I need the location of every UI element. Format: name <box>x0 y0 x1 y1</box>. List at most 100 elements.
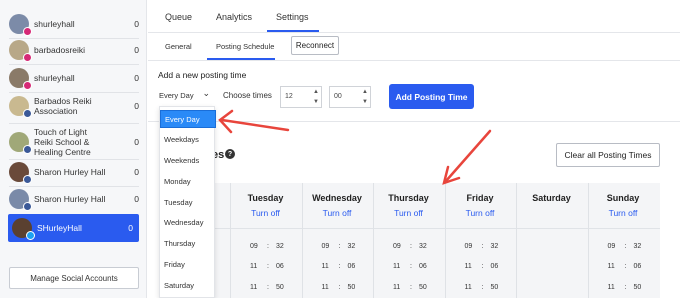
arrowhead-thursday <box>442 165 461 185</box>
time-separator: : <box>481 243 484 250</box>
turn-off-link-wednesday[interactable]: Turn off <box>302 208 372 218</box>
day-header-saturday: Saturday <box>532 193 571 203</box>
clear-all-posting-times-button[interactable]: Clear all Posting Times <box>556 143 660 167</box>
tab-analytics[interactable]: Analytics <box>216 12 252 22</box>
slot-minute: 50 <box>276 284 284 291</box>
time-separator: : <box>410 263 412 270</box>
choose-times-label: Choose times <box>223 91 272 100</box>
turn-off-link-sunday[interactable]: Turn off <box>588 208 658 218</box>
account-name: shurleyhall <box>34 73 75 83</box>
day-header-sunday: Sunday <box>606 193 640 203</box>
slot-hour: 09 <box>393 243 401 250</box>
account-item[interactable]: Touch of Light Reiki School & Healing Ce… <box>9 126 139 158</box>
account-count: 0 <box>134 19 139 29</box>
account-count: 0 <box>134 101 139 111</box>
account-name: SHurleyHall <box>37 223 82 233</box>
account-item-active[interactable]: SHurleyHall 0 <box>8 214 139 242</box>
avatar <box>9 132 32 154</box>
time-separator: : <box>410 284 412 291</box>
time-separator: : <box>267 284 269 291</box>
slot-hour: 09 <box>607 243 616 250</box>
dropdown-option-thursday[interactable]: Thursday <box>160 234 216 252</box>
slot-hour: 11 <box>250 263 258 270</box>
dropdown-option-monday[interactable]: Monday <box>160 172 216 190</box>
account-item[interactable]: Barbados Reiki Association 0 <box>9 94 139 118</box>
account-name: Sharon Hurley Hall <box>34 167 106 177</box>
time-separator: : <box>267 263 269 270</box>
chevron-up-icon[interactable]: ▲ <box>362 89 368 95</box>
tab-queue[interactable]: Queue <box>165 12 192 22</box>
account-item[interactable]: Sharon Hurley Hall 0 <box>9 189 139 211</box>
account-name: shurleyhall <box>34 19 75 29</box>
account-name: Touch of Light Reiki School & Healing Ce… <box>34 127 91 157</box>
instagram-icon <box>23 27 32 36</box>
dropdown-option-friday[interactable]: Friday <box>160 255 216 273</box>
facebook-icon <box>23 202 32 211</box>
minute-input[interactable]: 00 ▲ ▼ <box>329 86 371 108</box>
instagram-icon <box>23 53 32 62</box>
slot-minute: 50 <box>490 284 499 291</box>
arrow-to-thursday <box>444 129 492 183</box>
dropdown-option-every-day[interactable]: Every Day <box>160 110 216 128</box>
slot-minute: 32 <box>633 243 642 250</box>
tab-settings[interactable]: Settings <box>276 12 309 22</box>
time-separator: : <box>624 243 627 250</box>
schedule-grid-divider <box>159 228 660 229</box>
turn-off-link-tuesday[interactable]: Turn off <box>231 208 301 218</box>
slot-minute: 06 <box>490 263 499 270</box>
facebook-icon <box>23 109 32 118</box>
turn-off-link-thursday[interactable]: Turn off <box>374 208 444 218</box>
slot-hour: 11 <box>393 284 401 291</box>
slot-hour: 11 <box>250 284 258 291</box>
time-separator: : <box>410 243 412 250</box>
account-item[interactable]: barbadosreiki 0 <box>9 40 139 62</box>
slot-hour: 11 <box>321 284 329 291</box>
dropdown-option-saturday[interactable]: Saturday <box>160 276 216 294</box>
slot-minute: 06 <box>419 263 427 270</box>
slot-hour: 11 <box>464 284 472 291</box>
account-name: Sharon Hurley Hall <box>34 194 106 204</box>
avatar <box>9 162 32 184</box>
slot-hour: 09 <box>464 243 473 250</box>
slot-minute: 50 <box>419 284 427 291</box>
hour-input[interactable]: 12 ▲ ▼ <box>280 86 322 108</box>
time-separator: : <box>481 263 484 270</box>
hour-value: 12 <box>285 93 293 100</box>
account-item[interactable]: shurleyhall 0 <box>9 68 139 90</box>
help-icon[interactable]: ? <box>225 149 235 159</box>
subtab-general[interactable]: General <box>165 42 192 51</box>
time-separator: : <box>624 263 627 270</box>
time-separator: : <box>267 243 269 250</box>
manage-social-accounts-button[interactable]: Manage Social Accounts <box>9 267 139 289</box>
time-separator: : <box>481 284 484 291</box>
slot-hour: 11 <box>393 263 401 270</box>
frequency-select[interactable]: Every Day ⌄ <box>159 88 212 103</box>
account-count: 0 <box>134 137 139 147</box>
dropdown-option-tuesday[interactable]: Tuesday <box>160 193 216 211</box>
account-item[interactable]: shurleyhall 0 <box>9 14 139 36</box>
slot-hour: 11 <box>464 263 472 270</box>
turn-off-link-friday[interactable]: Turn off <box>445 208 515 218</box>
chevron-down-icon[interactable]: ▼ <box>313 99 319 105</box>
account-item[interactable]: Sharon Hurley Hall 0 <box>9 162 139 184</box>
account-count: 0 <box>134 45 139 55</box>
day-header-friday: Friday <box>466 193 494 203</box>
chevron-down-icon[interactable]: ▼ <box>362 99 368 105</box>
dropdown-option-wednesday[interactable]: Wednesday <box>160 213 216 231</box>
chevron-up-icon[interactable]: ▲ <box>313 89 319 95</box>
avatar <box>9 14 32 36</box>
add-posting-time-button[interactable]: Add Posting Time <box>389 84 474 109</box>
slot-hour: 11 <box>321 263 329 270</box>
slot-minute: 32 <box>419 243 427 250</box>
slot-hour: 11 <box>607 284 615 291</box>
subtab-posting-schedule[interactable]: Posting Schedule <box>216 42 274 51</box>
sidebar: shurleyhall 0 barbadosreiki 0 shurleyhal… <box>0 0 147 298</box>
account-name: barbadosreiki <box>34 45 86 55</box>
minute-value: 00 <box>334 93 342 100</box>
dropdown-option-weekdays[interactable]: Weekdays <box>160 130 216 148</box>
reconnect-button[interactable]: Reconnect <box>291 36 339 55</box>
slot-minute: 06 <box>347 263 356 270</box>
dropdown-option-weekends[interactable]: Weekends <box>160 151 216 169</box>
time-separator: : <box>338 263 341 270</box>
add-posting-time-label: Add a new posting time <box>158 70 247 80</box>
